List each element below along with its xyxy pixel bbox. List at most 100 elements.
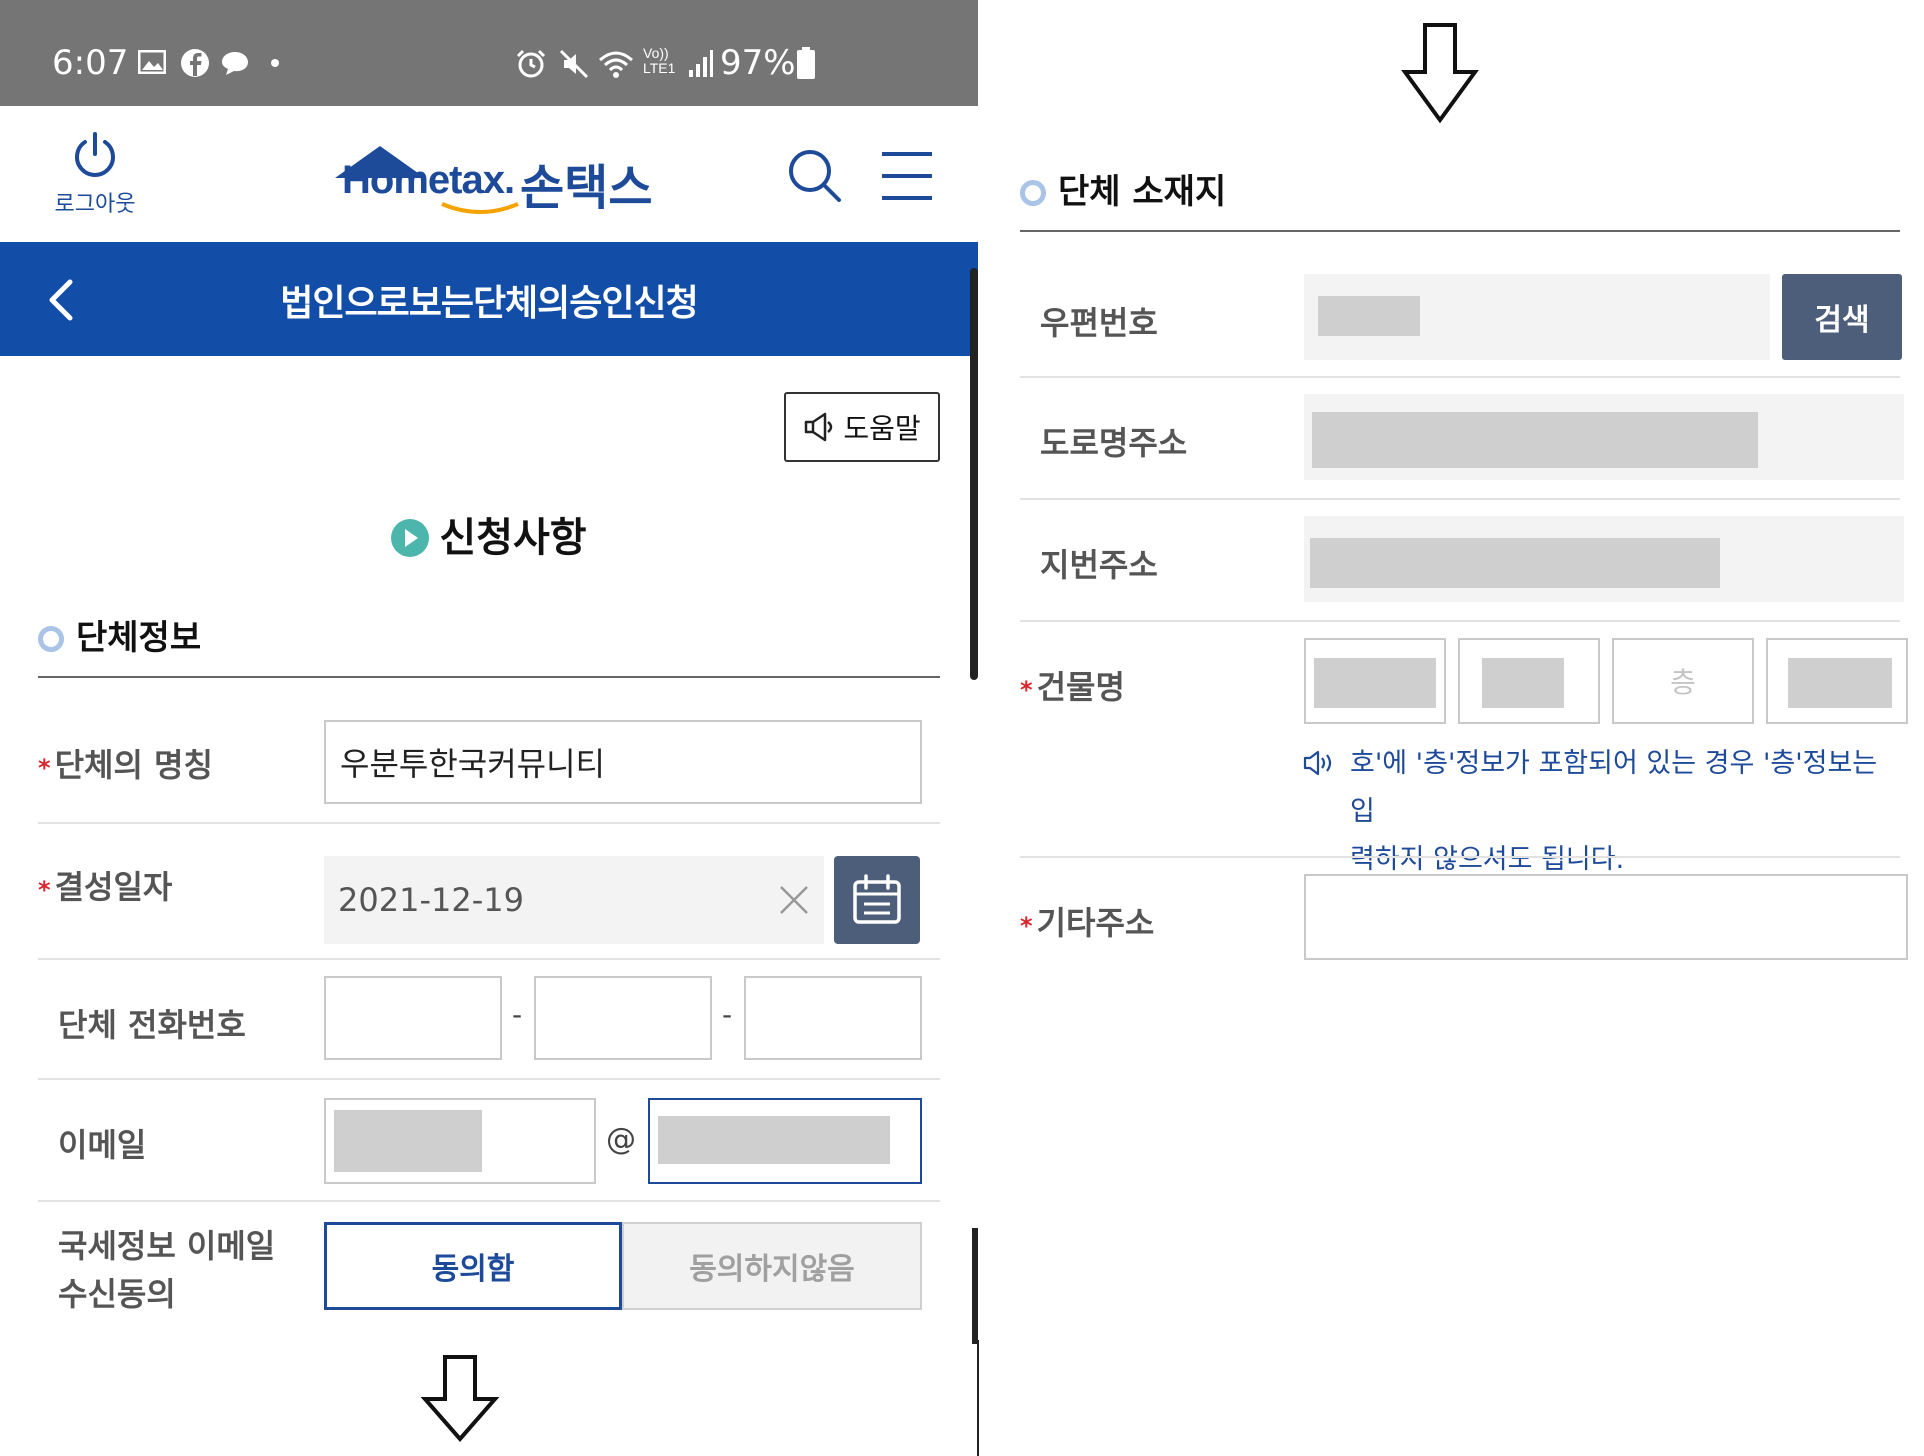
lot-address-input[interactable] [1304,516,1904,602]
founding-date-value: 2021-12-19 [338,881,524,919]
down-arrow-icon [420,1355,500,1443]
required-marker: * [1020,676,1033,704]
scrollbar[interactable] [970,268,978,680]
consent-disagree-button[interactable]: 동의하지않음 [622,1222,922,1310]
row-divider [38,958,940,960]
other-address-label-text: 기타주소 [1036,904,1155,942]
group-name-label-text: 단체의 명칭 [54,746,213,784]
row-divider [1020,620,1900,622]
zip-search-button[interactable]: 검색 [1782,274,1902,360]
divider [38,676,940,678]
battery-icon [797,47,815,79]
group-name-label: * 단체의 명칭 [38,740,213,786]
volte-icon: Vo)) LTE1 [643,45,676,76]
building-floor-input[interactable]: 층 [1612,638,1754,724]
zip-input[interactable] [1304,274,1770,360]
redacted-block [1318,296,1420,336]
other-address-input[interactable] [1304,874,1908,960]
floor-note: 호'에 '층'정보가 포함되어 있는 경우 '층'정보는 입 력하지 않으셔도 … [1350,740,1910,884]
power-icon [75,132,115,177]
redacted-block [1482,658,1564,708]
email-consent-label-line2: 수신동의 [58,1275,176,1313]
row-divider [38,1200,940,1202]
logo-korean: 손택스 [520,160,653,216]
battery-percent: 97% [720,43,796,83]
phone-part2-input[interactable] [534,976,712,1060]
gallery-icon [138,50,166,74]
building-name-input[interactable] [1304,638,1446,724]
wifi-icon [599,51,633,78]
ring-bullet-icon [1020,180,1046,206]
scrollbar[interactable] [972,1228,978,1344]
location-heading-text: 단체 소재지 [1058,172,1227,212]
search-icon[interactable] [787,148,843,204]
founding-date-label: * 결성일자 [38,862,172,908]
email-at-sign: @ [606,1122,636,1157]
email-id-input[interactable] [324,1098,596,1184]
help-button[interactable]: 도움말 [784,392,940,462]
email-domain-input[interactable] [648,1098,922,1184]
down-arrow-icon [1401,23,1479,124]
mute-icon [559,49,589,79]
group-info-heading-text: 단체정보 [76,618,202,658]
help-label: 도움말 [843,412,921,445]
status-bar: 6:07 Vo)) LTE1 97% [0,0,978,106]
menu-icon[interactable] [880,150,934,202]
logo-text: Hometax. [342,158,515,202]
page-title-bar: 법인으로보는단체의승인신청 [0,242,978,356]
hometax-logo[interactable]: Hometax. 손택스 [330,138,660,218]
floor-note-line1: 호'에 '층'정보가 포함되어 있는 경우 '층'정보는 입 [1350,748,1878,827]
dot-icon [271,59,279,67]
phone-dash: - [512,998,523,1031]
founding-date-label-text: 결성일자 [54,868,173,906]
panel-separator [977,1340,979,1456]
zip-label: 우편번호 [1040,304,1158,342]
row-divider [1020,376,1900,378]
building-dong-input[interactable] [1458,638,1600,724]
logout-label: 로그아웃 [54,192,136,217]
row-divider [1020,498,1900,500]
row-divider [38,1078,940,1080]
row-divider [1020,856,1900,858]
alarm-icon [516,49,546,78]
facebook-icon [181,49,209,77]
redacted-block [1314,658,1436,708]
redacted-block [1310,538,1720,588]
email-consent-label-line1: 국세정보 이메일 [58,1227,276,1265]
group-name-input[interactable]: 우분투한국커뮤니티 [324,720,922,804]
signal-icon [689,50,713,77]
chat-bubble-icon [222,52,248,75]
calendar-button[interactable] [834,856,920,944]
right-screenshot: 단체 소재지 우편번호 검색 도로명주소 지번주소 * 건물명 층 호'에 '층'… [980,0,1924,1456]
divider [1020,230,1900,232]
redacted-block [334,1110,482,1172]
location-heading: 단체 소재지 [1020,164,1226,213]
lot-address-label: 지번주소 [1040,546,1158,584]
redacted-block [1312,412,1758,468]
phone-dash: - [722,998,733,1031]
section-title-text: 신청사항 [439,515,587,561]
road-address-label: 도로명주소 [1040,424,1188,462]
left-screenshot: 6:07 Vo)) LTE1 97% 로그아웃 Hometax. 손택스 법인으… [0,0,978,1456]
clear-x-icon[interactable] [778,884,810,916]
status-time: 6:07 [52,43,129,83]
play-circle-icon [391,519,430,557]
building-label-text: 건물명 [1036,668,1125,706]
page-title: 법인으로보는단체의승인신청 [280,283,699,324]
road-address-input[interactable] [1304,394,1904,480]
consent-agree-button[interactable]: 동의함 [324,1222,622,1310]
phone-part1-input[interactable] [324,976,502,1060]
section-title: 신청사항 [0,505,978,563]
required-marker: * [38,754,51,782]
phone-part3-input[interactable] [744,976,922,1060]
logout-button[interactable]: 로그아웃 [40,130,150,218]
required-marker: * [38,876,51,904]
group-info-heading: 단체정보 [38,610,201,659]
redacted-block [658,1116,890,1164]
founding-date-input[interactable]: 2021-12-19 [324,856,824,944]
building-ho-input[interactable] [1766,638,1908,724]
calendar-icon [853,874,901,924]
group-phone-label: 단체 전화번호 [58,1006,246,1044]
redacted-block [1788,658,1892,708]
email-consent-label: 국세정보 이메일 수신동의 [58,1222,275,1318]
